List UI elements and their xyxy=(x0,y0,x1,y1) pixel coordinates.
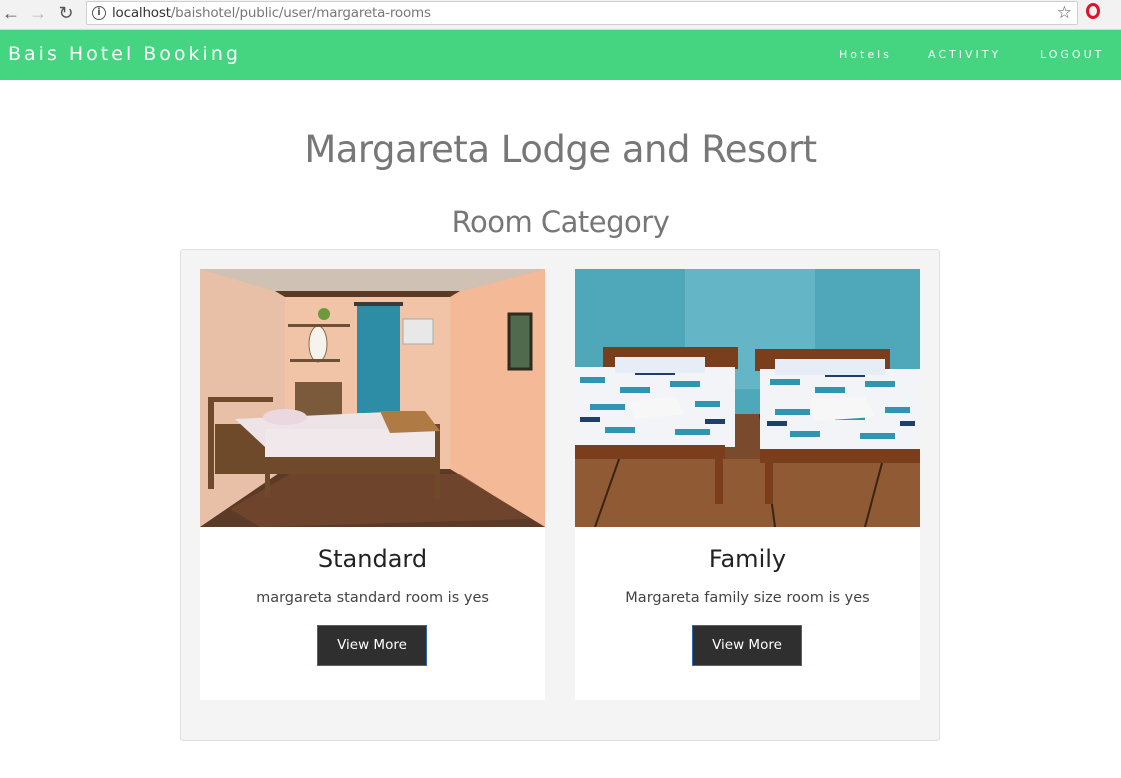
nav-link-activity[interactable]: ACTIVITY xyxy=(928,48,1001,61)
room-image-standard xyxy=(200,269,545,527)
info-icon[interactable]: i xyxy=(92,6,106,20)
view-more-button-family[interactable]: View More xyxy=(692,625,802,666)
room-card-family: Family Margareta family size room is yes… xyxy=(575,269,920,700)
room-category-panel: Standard margareta standard room is yes … xyxy=(180,249,940,741)
opera-icon[interactable] xyxy=(1086,3,1100,19)
brand-logo[interactable]: Bais Hotel Booking xyxy=(8,43,241,65)
reload-icon[interactable]: ↻ xyxy=(55,2,77,24)
navbar: Bais Hotel Booking Hotels ACTIVITY LOGOU… xyxy=(0,30,1121,80)
room-name-standard: Standard xyxy=(317,545,428,573)
forward-icon[interactable]: → xyxy=(27,2,49,24)
address-bar[interactable]: i localhost/baishotel/public/user/margar… xyxy=(86,1,1078,25)
room-card-standard: Standard margareta standard room is yes … xyxy=(200,269,545,700)
url-path: /baishotel/public/user/margareta-rooms xyxy=(170,5,431,21)
url-host: localhost xyxy=(112,5,171,21)
room-image-family xyxy=(575,269,920,527)
room-name-family: Family xyxy=(708,545,787,573)
nav-link-logout[interactable]: LOGOUT xyxy=(1040,48,1104,61)
room-description-family: Margareta family size room is yes xyxy=(625,590,870,606)
page-title: Margareta Lodge and Resort xyxy=(304,128,817,171)
browser-toolbar: ← → ↻ i localhost/baishotel/public/user/… xyxy=(0,0,1121,30)
section-title: Room Category xyxy=(451,205,670,239)
back-icon[interactable]: ← xyxy=(0,2,22,24)
view-more-button-standard[interactable]: View More xyxy=(317,625,427,666)
bookmark-star-icon[interactable]: ☆ xyxy=(1057,3,1072,23)
url-text: localhost/baishotel/public/user/margaret… xyxy=(112,5,431,21)
nav-link-hotels[interactable]: Hotels xyxy=(839,48,892,61)
room-description-standard: margareta standard room is yes xyxy=(256,590,489,606)
